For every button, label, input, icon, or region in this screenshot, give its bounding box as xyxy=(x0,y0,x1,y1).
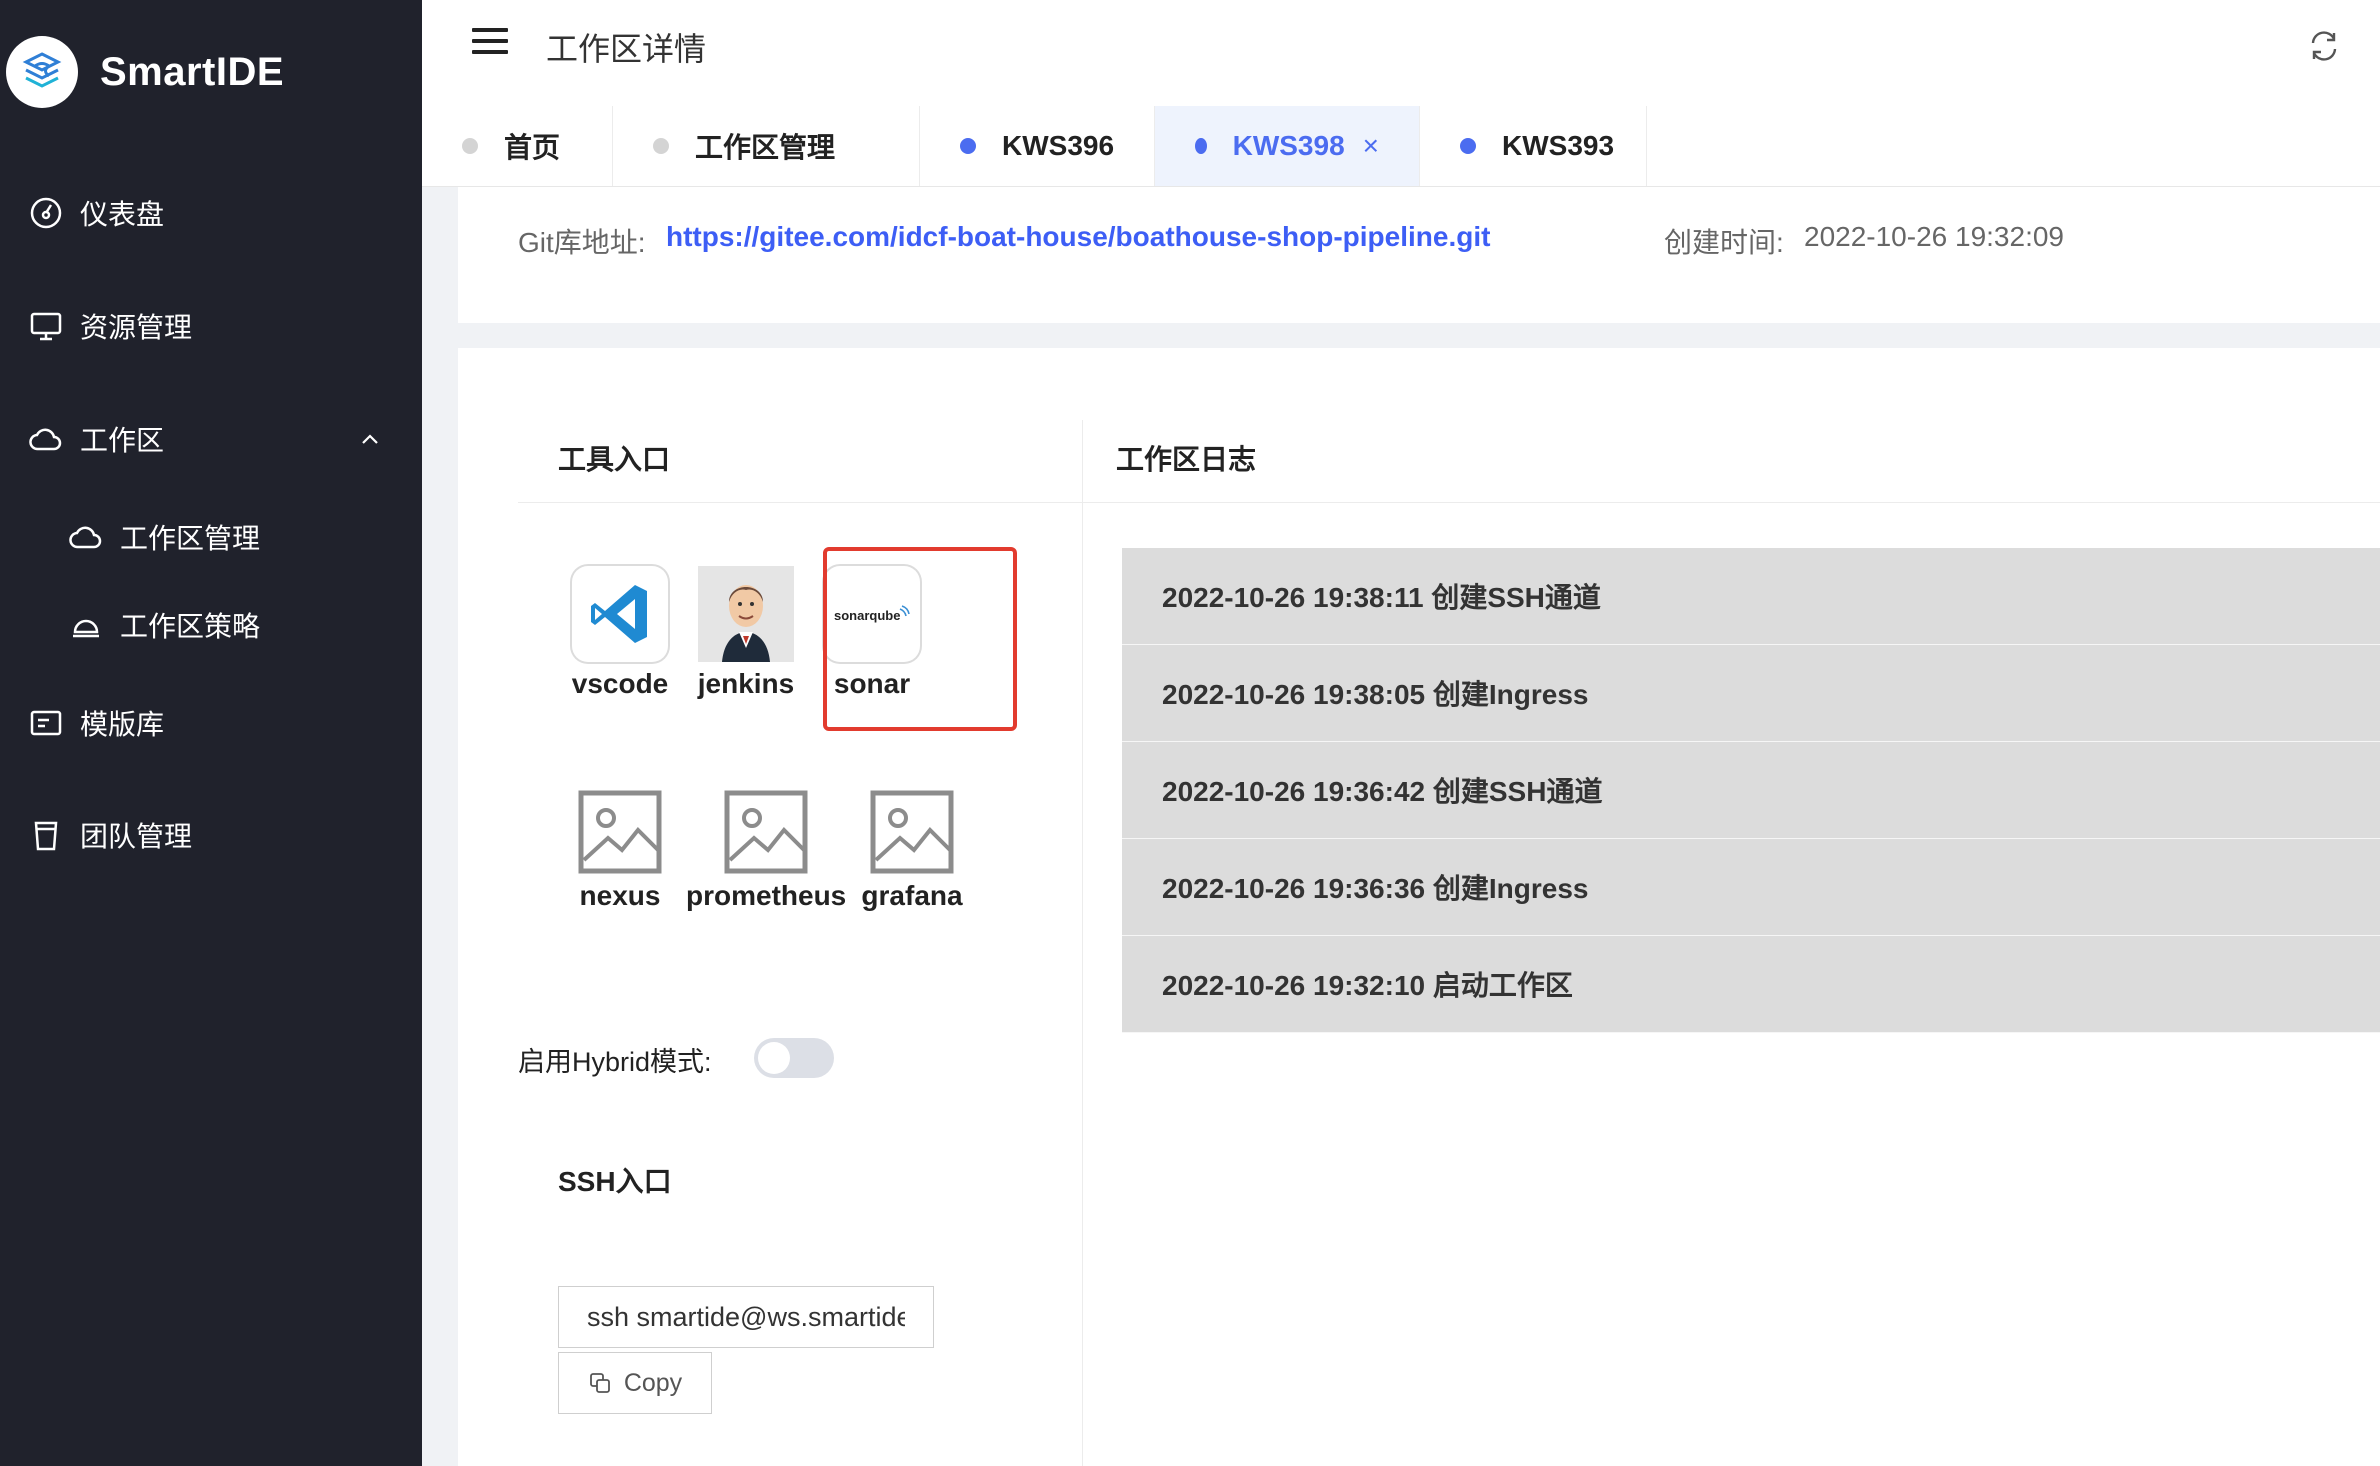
copy-button[interactable]: Copy xyxy=(558,1352,712,1414)
sidebar-item-label: 工作区策略 xyxy=(120,611,261,642)
hybrid-mode-toggle[interactable] xyxy=(754,1038,834,1078)
log-text: 2022-10-26 19:38:05 创建Ingress xyxy=(1162,679,1589,710)
brand[interactable]: SmartIDE xyxy=(6,36,284,108)
log-text: 2022-10-26 19:36:42 创建SSH通道 xyxy=(1162,776,1603,807)
log-item: 2022-10-26 19:36:36 创建Ingress xyxy=(1122,839,2380,936)
tab-label: KWS398 xyxy=(1232,130,1345,161)
image-placeholder-icon xyxy=(870,790,954,874)
sidebar-item-label: 工作区 xyxy=(80,425,165,456)
tab-workspace-management[interactable]: 工作区管理 xyxy=(613,106,920,186)
created-time-value: 2022-10-26 19:32:09 xyxy=(1804,221,2064,252)
sidebar-item-workspace[interactable]: 工作区 xyxy=(0,404,422,474)
monitor-icon xyxy=(28,308,64,344)
tab-kws393[interactable]: KWS393 xyxy=(1420,106,1647,186)
tab-status-dot xyxy=(462,138,478,154)
copy-icon xyxy=(589,1373,610,1393)
log-text: 2022-10-26 19:36:36 创建Ingress xyxy=(1162,873,1589,904)
sidebar-item-label: 仪表盘 xyxy=(80,199,165,230)
log-item: 2022-10-26 19:38:05 创建Ingress xyxy=(1122,645,2380,742)
tool-grafana[interactable]: grafana xyxy=(832,790,992,912)
copy-button-label: Copy xyxy=(623,1368,683,1397)
git-url-label: Git库地址: xyxy=(518,227,646,258)
tab-kws396[interactable]: KWS396 xyxy=(920,106,1155,186)
tab-label: KWS393 xyxy=(1502,130,1615,161)
workspace-detail-card: 工具入口 工作区日志 vscode jenkins sonarqube sona… xyxy=(458,348,2380,1466)
tools-section-title: 工具入口 xyxy=(558,444,671,475)
template-icon xyxy=(28,705,64,741)
close-icon[interactable]: × xyxy=(1363,130,1379,162)
tool-label: prometheus xyxy=(686,880,847,911)
tab-bar: 首页 工作区管理 KWS396 KWS398 × KWS393 xyxy=(422,106,2380,187)
bell-icon xyxy=(68,607,104,643)
page-title: 工作区详情 xyxy=(546,31,707,67)
tab-label: KWS396 xyxy=(1002,130,1115,161)
sidebar-item-team[interactable]: 团队管理 xyxy=(0,800,422,870)
jenkins-icon xyxy=(698,566,794,662)
tab-label: 首页 xyxy=(504,132,561,163)
ssh-section-title: SSH入口 xyxy=(558,1166,672,1197)
tab-status-dot xyxy=(1195,138,1207,154)
dashboard-icon xyxy=(28,195,64,231)
tab-status-dot xyxy=(960,138,976,154)
created-time-label: 创建时间: xyxy=(1664,227,1784,258)
hybrid-mode-label: 启用Hybrid模式: xyxy=(518,1047,712,1077)
toggle-knob xyxy=(758,1042,790,1074)
tool-prometheus[interactable]: prometheus xyxy=(686,790,846,912)
sidebar-item-dashboard[interactable]: 仪表盘 xyxy=(0,178,422,248)
chevron-up-icon xyxy=(358,426,382,450)
tool-label: nexus xyxy=(579,880,661,911)
brand-name: SmartIDE xyxy=(100,49,285,94)
top-header: 工作区详情 xyxy=(422,0,2380,107)
image-placeholder-icon xyxy=(724,790,808,874)
ssh-command-input[interactable] xyxy=(558,1286,934,1348)
tab-status-dot xyxy=(653,138,669,154)
section-divider xyxy=(518,502,2380,503)
tool-nexus[interactable]: nexus xyxy=(540,790,700,912)
sidebar-item-label: 资源管理 xyxy=(80,312,193,343)
tool-label: grafana xyxy=(861,880,963,911)
tab-status-dot xyxy=(1460,138,1476,154)
logs-section-title: 工作区日志 xyxy=(1116,444,1257,475)
sidebar-item-label: 团队管理 xyxy=(80,821,193,852)
refresh-icon[interactable] xyxy=(2304,26,2344,66)
tab-label: 工作区管理 xyxy=(695,132,836,163)
sidebar-item-templates[interactable]: 模版库 xyxy=(0,688,422,758)
column-divider xyxy=(1082,420,1083,1466)
log-item: 2022-10-26 19:36:42 创建SSH通道 xyxy=(1122,742,2380,839)
git-url-link[interactable]: https://gitee.com/idcf-boat-house/boatho… xyxy=(666,221,1490,253)
log-item: 2022-10-26 19:38:11 创建SSH通道 xyxy=(1122,548,2380,645)
sidebar: SmartIDE 仪表盘 资源管理 工作区 工作区管理 工作区策略 模版库 团队… xyxy=(0,0,422,1466)
sidebar-item-label: 工作区管理 xyxy=(120,523,261,554)
cup-icon xyxy=(28,817,64,853)
log-item: 2022-10-26 19:32:10 启动工作区 xyxy=(1122,936,2380,1033)
log-text: 2022-10-26 19:38:11 创建SSH通道 xyxy=(1162,582,1601,613)
sidebar-item-resources[interactable]: 资源管理 xyxy=(0,291,422,361)
hamburger-icon[interactable] xyxy=(472,28,508,58)
tab-home[interactable]: 首页 xyxy=(422,106,613,186)
sidebar-item-workspace-policy[interactable]: 工作区策略 xyxy=(0,590,422,660)
smartide-logo-icon xyxy=(6,36,78,108)
sidebar-item-workspace-management[interactable]: 工作区管理 xyxy=(0,502,422,572)
workspace-info-card: Git库地址: https://gitee.com/idcf-boat-hous… xyxy=(458,187,2380,323)
tab-kws398[interactable]: KWS398 × xyxy=(1155,106,1420,186)
log-text: 2022-10-26 19:32:10 启动工作区 xyxy=(1162,970,1573,1001)
sidebar-item-label: 模版库 xyxy=(80,709,165,740)
cloud-icon xyxy=(28,421,64,457)
cloud-icon xyxy=(68,519,104,555)
image-placeholder-icon xyxy=(578,790,662,874)
vscode-icon xyxy=(572,566,668,662)
sonar-highlight-box xyxy=(823,547,1017,731)
